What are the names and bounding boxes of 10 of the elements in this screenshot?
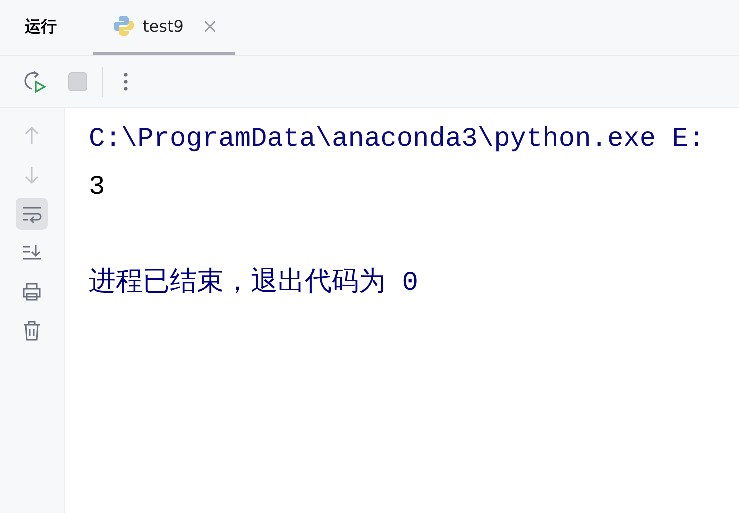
soft-wrap-button[interactable] (16, 198, 48, 230)
command-line: C:\ProgramData\anaconda3\python.exe E: (89, 125, 705, 155)
panel-title: 运行 (25, 17, 57, 38)
exit-message: 进程已结束，退出代码为 0 (89, 269, 418, 299)
printer-icon (21, 281, 43, 303)
trash-icon (21, 320, 43, 342)
python-logo-icon (113, 15, 135, 37)
output-text: 3 (89, 173, 106, 203)
more-icon[interactable] (123, 70, 129, 92)
rerun-icon[interactable] (24, 70, 48, 94)
